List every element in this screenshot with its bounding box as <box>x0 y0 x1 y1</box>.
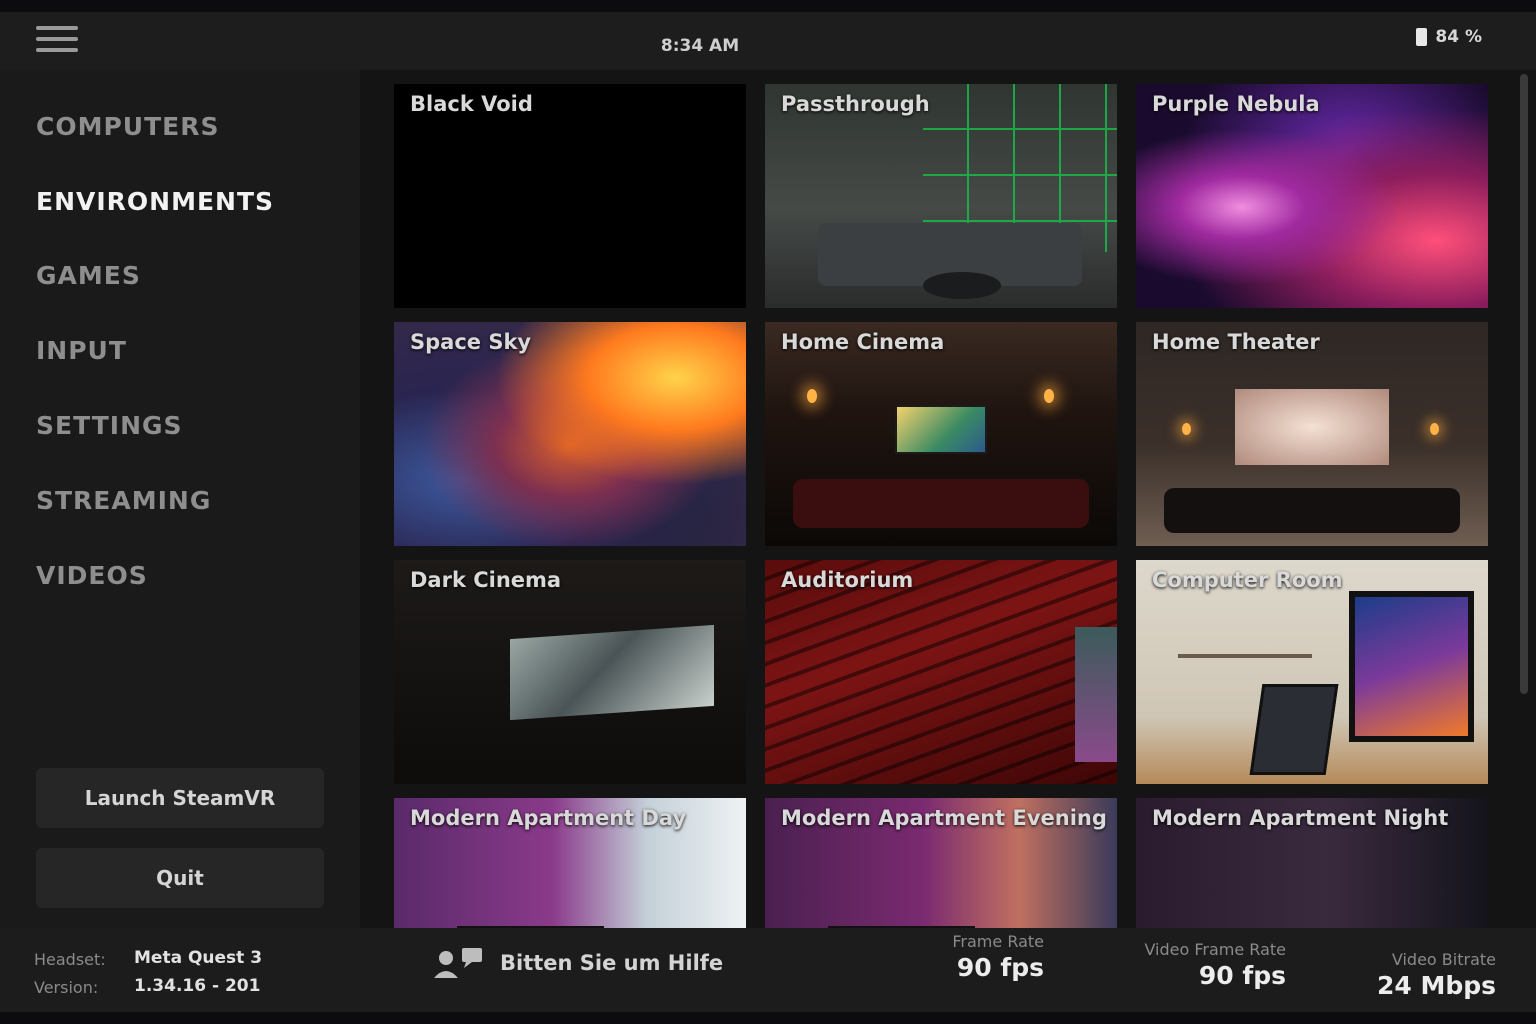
tile-title: Space Sky <box>410 330 532 354</box>
auditorium-thumbnail <box>765 560 1117 784</box>
sidebar-item-streaming[interactable]: STREAMING <box>36 486 211 515</box>
environment-tile-auditorium[interactable]: Auditorium <box>765 560 1117 784</box>
sidebar-item-settings[interactable]: SETTINGS <box>36 411 183 440</box>
help-person-icon <box>434 948 482 978</box>
video-bitrate-label: Video Bitrate <box>1391 950 1496 969</box>
passthrough-thumbnail <box>765 84 1117 308</box>
version-label: Version: <box>34 978 99 997</box>
tile-title: Dark Cinema <box>410 568 562 592</box>
video-bitrate-value: 24 Mbps <box>1376 971 1496 1000</box>
computer-room-thumbnail <box>1136 560 1488 784</box>
video-frame-rate-value: 90 fps <box>1198 961 1286 990</box>
environment-tile-modern-apartment-day[interactable]: Modern Apartment Day <box>394 798 746 928</box>
launch-steamvr-button[interactable]: Launch SteamVR <box>36 768 324 828</box>
tile-title: Modern Apartment Day <box>410 806 687 830</box>
tile-title: Passthrough <box>781 92 930 116</box>
tile-title: Auditorium <box>781 568 914 592</box>
home-theater-thumbnail <box>1136 322 1488 546</box>
environment-tile-purple-nebula[interactable]: Purple Nebula <box>1136 84 1488 308</box>
clock: 8:34 AM <box>660 36 740 56</box>
tile-title: Modern Apartment Evening <box>781 806 1107 830</box>
headset-label: Headset: <box>34 950 106 969</box>
help-button[interactable]: Bitten Sie um Hilfe <box>432 946 723 980</box>
tile-title: Computer Room <box>1152 568 1343 592</box>
video-frame-rate-label: Video Frame Rate <box>1144 940 1286 959</box>
environment-tile-home-cinema[interactable]: Home Cinema <box>765 322 1117 546</box>
grid-scrollbar[interactable] <box>1520 74 1528 694</box>
version-value: 1.34.16 - 201 <box>134 976 261 996</box>
environment-tile-computer-room[interactable]: Computer Room <box>1136 560 1488 784</box>
sidebar: COMPUTERS ENVIRONMENTS GAMES INPUT SETTI… <box>0 70 360 928</box>
black-void-thumbnail <box>394 84 746 308</box>
purple-nebula-thumbnail <box>1136 84 1488 308</box>
video-frame-rate-stat: Video Frame Rate 90 fps <box>1144 940 1286 990</box>
environment-tile-passthrough[interactable]: Passthrough <box>765 84 1117 308</box>
dark-cinema-thumbnail <box>394 560 746 784</box>
environment-tile-dark-cinema[interactable]: Dark Cinema <box>394 560 746 784</box>
tile-title: Purple Nebula <box>1152 92 1320 116</box>
environment-tile-black-void[interactable]: Black Void <box>394 84 746 308</box>
sidebar-item-videos[interactable]: VIDEOS <box>36 561 148 590</box>
battery-icon <box>1416 28 1428 46</box>
home-cinema-thumbnail <box>765 322 1117 546</box>
sidebar-item-computers[interactable]: COMPUTERS <box>36 112 220 141</box>
quit-button[interactable]: Quit <box>36 848 324 908</box>
frame-rate-label: Frame Rate <box>952 932 1044 951</box>
tile-title: Home Cinema <box>781 330 945 354</box>
top-bar: 8:34 AM 84 % <box>0 12 1536 70</box>
space-sky-thumbnail <box>394 322 746 546</box>
sidebar-item-input[interactable]: INPUT <box>36 336 127 365</box>
environment-grid: Black Void Passthrough Purple Nebula Spa… <box>380 70 1520 928</box>
environment-tile-home-theater[interactable]: Home Theater <box>1136 322 1488 546</box>
headset-value: Meta Quest 3 <box>134 948 263 968</box>
environment-tile-modern-apartment-evening[interactable]: Modern Apartment Evening <box>765 798 1117 928</box>
status-bar: Headset: Meta Quest 3 Version: 1.34.16 -… <box>0 928 1536 1012</box>
app-panel: 8:34 AM 84 % COMPUTERS ENVIRONMENTS GAME… <box>0 12 1536 1012</box>
tile-title: Modern Apartment Night <box>1152 806 1449 830</box>
help-label: Bitten Sie um Hilfe <box>500 951 724 975</box>
sidebar-item-environments[interactable]: ENVIRONMENTS <box>36 187 274 216</box>
environment-tile-modern-apartment-night[interactable]: Modern Apartment Night <box>1136 798 1488 928</box>
battery-status: 84 % <box>1416 27 1482 47</box>
frame-rate-value: 90 fps <box>956 953 1044 982</box>
tile-title: Home Theater <box>1152 330 1320 354</box>
frame-rate-stat: Frame Rate 90 fps <box>952 932 1044 982</box>
sidebar-item-games[interactable]: GAMES <box>36 261 141 290</box>
environment-tile-space-sky[interactable]: Space Sky <box>394 322 746 546</box>
tile-title: Black Void <box>410 92 533 116</box>
battery-level: 84 % <box>1435 27 1482 47</box>
video-bitrate-stat: Video Bitrate 24 Mbps <box>1377 950 1496 1000</box>
